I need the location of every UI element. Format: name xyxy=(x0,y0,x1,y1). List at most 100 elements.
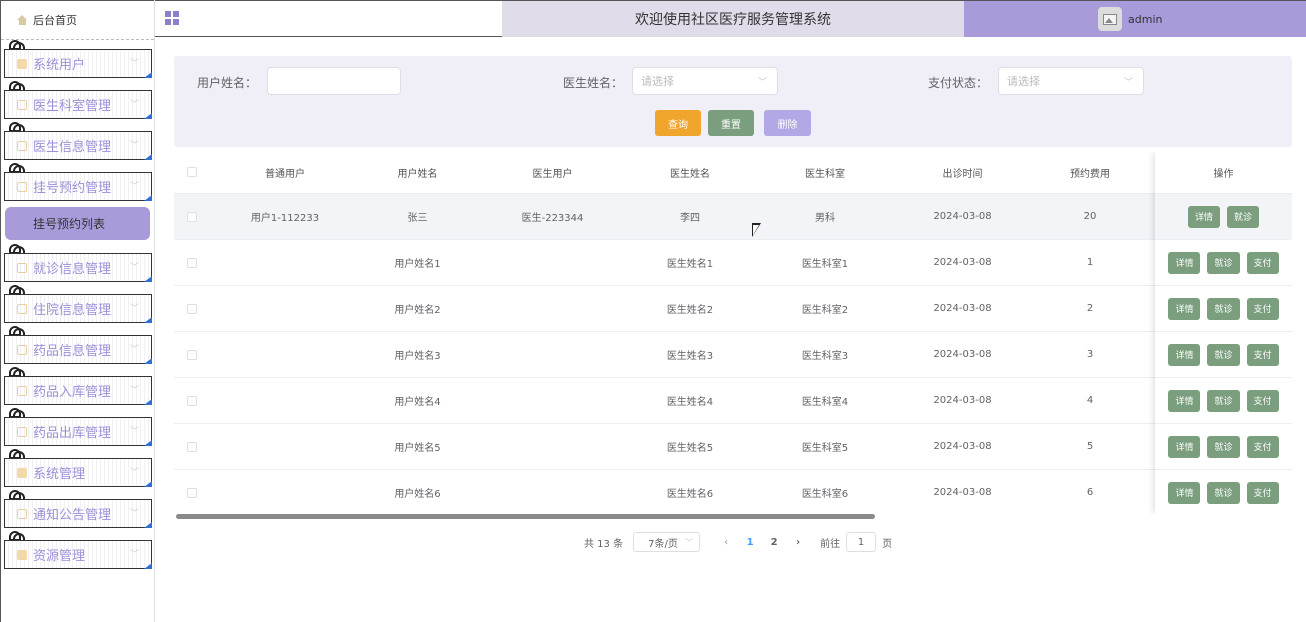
table-row[interactable]: 用户姓名6 医生姓名6 医生科室6 2024-03-08 6 xyxy=(174,470,1292,515)
sidebar-item-card[interactable]: 药品出库管理 ﹀ xyxy=(4,417,152,446)
sidebar-item-card[interactable]: 通知公告管理 ﹀ xyxy=(4,499,152,528)
detail-button[interactable]: 详情 xyxy=(1168,343,1201,366)
visit-button[interactable]: 就诊 xyxy=(1207,481,1240,504)
cell-user xyxy=(210,470,360,515)
delete-button[interactable]: 删除 xyxy=(764,110,811,136)
sidebar-item[interactable]: 通知公告管理 ﹀ xyxy=(1,490,154,531)
sidebar-item[interactable]: 药品信息管理 ﹀ xyxy=(1,326,154,367)
sidebar-item-card[interactable]: 系统用户 ﹀ xyxy=(4,49,152,78)
pay-button[interactable]: 支付 xyxy=(1246,481,1279,504)
detail-button[interactable]: 详情 xyxy=(1168,251,1201,274)
sidebar-item-card[interactable]: 医生科室管理 ﹀ xyxy=(4,90,152,119)
sidebar-item-label: 医生科室管理 xyxy=(33,99,112,114)
visit-button[interactable]: 就诊 xyxy=(1207,389,1240,412)
next-page-icon[interactable]: › xyxy=(786,537,810,548)
sidebar-item[interactable]: 住院信息管理 ﹀ xyxy=(1,285,154,326)
sidebar-item-card[interactable]: 资源管理 ﹀ xyxy=(4,540,152,569)
sidebar-menu: 系统用户 ﹀ 医生科室管理 ﹀ 医生信息管理 ﹀ 挂号预约管理 ﹀ 挂号预约列表 就诊信息管理 ﹀ 住… xyxy=(1,40,154,572)
sidebar-item-card[interactable]: 系统管理 ﹀ xyxy=(4,458,152,487)
visit-button[interactable]: 就诊 xyxy=(1207,251,1240,274)
chevron-down-icon: ﹀ xyxy=(129,182,139,192)
page-2[interactable]: 2 xyxy=(762,537,786,548)
sidebar-item[interactable]: 医生信息管理 ﹀ xyxy=(1,122,154,163)
table-row[interactable]: 用户姓名3 医生姓名3 医生科室3 2024-03-08 3 xyxy=(174,332,1292,378)
sidebar-item-card[interactable]: 药品入库管理 ﹀ xyxy=(4,376,152,405)
chevron-down-icon: ﹀ xyxy=(129,509,139,519)
cell-doctor-name: 医生姓名1 xyxy=(666,259,714,270)
sidebar-item-card[interactable]: 医生信息管理 ﹀ xyxy=(4,131,152,160)
reset-button[interactable]: 重置 xyxy=(708,110,754,136)
row-checkbox[interactable] xyxy=(187,441,197,452)
detail-button[interactable]: 详情 xyxy=(1168,389,1201,412)
detail-button[interactable]: 详情 xyxy=(1168,481,1201,504)
row-checkbox[interactable] xyxy=(187,211,197,222)
doctor-name-select[interactable]: 请选择 ﹀ xyxy=(632,67,778,95)
cell-doctor-name: 医生姓名6 xyxy=(666,489,714,500)
pay-status-select[interactable]: 请选择 ﹀ xyxy=(998,67,1144,95)
pay-button[interactable]: 支付 xyxy=(1246,389,1279,412)
sidebar-item[interactable]: 就诊信息管理 ﹀ xyxy=(1,244,154,285)
sidebar-item[interactable]: 系统管理 ﹀ xyxy=(1,449,154,490)
detail-button[interactable]: 详情 xyxy=(1168,435,1201,458)
sidebar-item-card[interactable]: 住院信息管理 ﹀ xyxy=(4,294,152,323)
sidebar-item[interactable]: 资源管理 ﹀ xyxy=(1,531,154,572)
pay-button[interactable]: 支付 xyxy=(1246,251,1279,274)
visit-button[interactable]: 就诊 xyxy=(1207,343,1240,366)
user-area[interactable]: admin xyxy=(964,1,1306,37)
cell-fee: 6 xyxy=(1086,487,1094,498)
menu-toggle-icon[interactable] xyxy=(165,11,179,25)
visit-button[interactable]: 就诊 xyxy=(1207,297,1240,320)
pay-button[interactable]: 支付 xyxy=(1246,343,1279,366)
sidebar-item-card[interactable]: 就诊信息管理 ﹀ xyxy=(4,253,152,282)
page-1[interactable]: 1 xyxy=(738,537,762,548)
goto-page-input[interactable]: 1 xyxy=(846,532,877,552)
cell-user xyxy=(210,240,360,285)
pay-button[interactable]: 支付 xyxy=(1246,435,1279,458)
sidebar-item-label: 医生信息管理 xyxy=(33,140,112,155)
sidebar-item[interactable]: 医生科室管理 ﹀ xyxy=(1,81,154,122)
home-link[interactable]: 后台首页 xyxy=(1,0,154,40)
cell-dept: 医生科室3 xyxy=(801,351,849,362)
row-checkbox[interactable] xyxy=(187,257,197,268)
cell-doctor-name: 医生姓名5 xyxy=(666,443,714,454)
sidebar-item-card[interactable]: 挂号预约管理 ﹀ xyxy=(4,172,152,201)
cell-user: 用户1-112233 xyxy=(250,213,320,224)
table-row[interactable]: 用户姓名4 医生姓名4 医生科室4 2024-03-08 4 xyxy=(174,378,1292,424)
detail-button[interactable]: 详情 xyxy=(1187,205,1220,228)
column-header: 预约费用 xyxy=(1070,168,1110,180)
visit-button[interactable]: 就诊 xyxy=(1207,435,1240,458)
sidebar-subitem-appointment-list[interactable]: 挂号预约列表 xyxy=(1,204,154,244)
horizontal-scrollbar[interactable] xyxy=(176,514,875,519)
sidebar-item[interactable]: 药品出库管理 ﹀ xyxy=(1,408,154,449)
table-row[interactable]: 用户1-112233 张三 医生-223344 李四 男科 2024-03-08 20 xyxy=(174,194,1292,240)
sidebar-item[interactable]: 挂号预约管理 ﹀ xyxy=(1,163,154,204)
pay-button[interactable]: 支付 xyxy=(1246,297,1279,320)
chevron-down-icon: ﹀ xyxy=(129,386,139,396)
sidebar-item-card[interactable]: 药品信息管理 ﹀ xyxy=(4,335,152,364)
table-row[interactable]: 用户姓名1 医生姓名1 医生科室1 2024-03-08 1 xyxy=(174,240,1292,286)
table-row[interactable]: 用户姓名2 医生姓名2 医生科室2 2024-03-08 2 xyxy=(174,286,1292,332)
page-size-select[interactable]: 7条/页 ﹀ xyxy=(633,532,701,552)
row-checkbox[interactable] xyxy=(187,349,197,360)
visit-button[interactable]: 就诊 xyxy=(1227,205,1260,228)
user-icon xyxy=(17,58,27,69)
sidebar-item[interactable]: 药品入库管理 ﹀ xyxy=(1,367,154,408)
table-row[interactable]: 用户姓名5 医生姓名5 医生科室5 2024-03-08 5 xyxy=(174,424,1292,470)
chevron-down-icon: ﹀ xyxy=(129,100,139,110)
corner-mark xyxy=(144,72,152,78)
prev-page-icon[interactable]: ‹ xyxy=(714,537,738,548)
row-actions: 详情 就诊 支付 xyxy=(1155,332,1292,378)
select-all-checkbox[interactable] xyxy=(187,167,197,177)
row-checkbox[interactable] xyxy=(187,487,197,498)
row-checkbox[interactable] xyxy=(187,303,197,314)
user-name-input[interactable] xyxy=(267,67,401,95)
cell-name: 用户姓名5 xyxy=(394,443,441,454)
detail-button[interactable]: 详情 xyxy=(1168,297,1201,320)
row-checkbox[interactable] xyxy=(187,395,197,406)
active-subitem[interactable]: 挂号预约列表 xyxy=(5,207,150,240)
cell-user xyxy=(210,424,360,469)
query-button[interactable]: 查询 xyxy=(655,110,701,136)
corner-mark xyxy=(144,522,152,528)
sidebar-item[interactable]: 系统用户 ﹀ xyxy=(1,40,154,81)
cell-user xyxy=(210,332,360,377)
